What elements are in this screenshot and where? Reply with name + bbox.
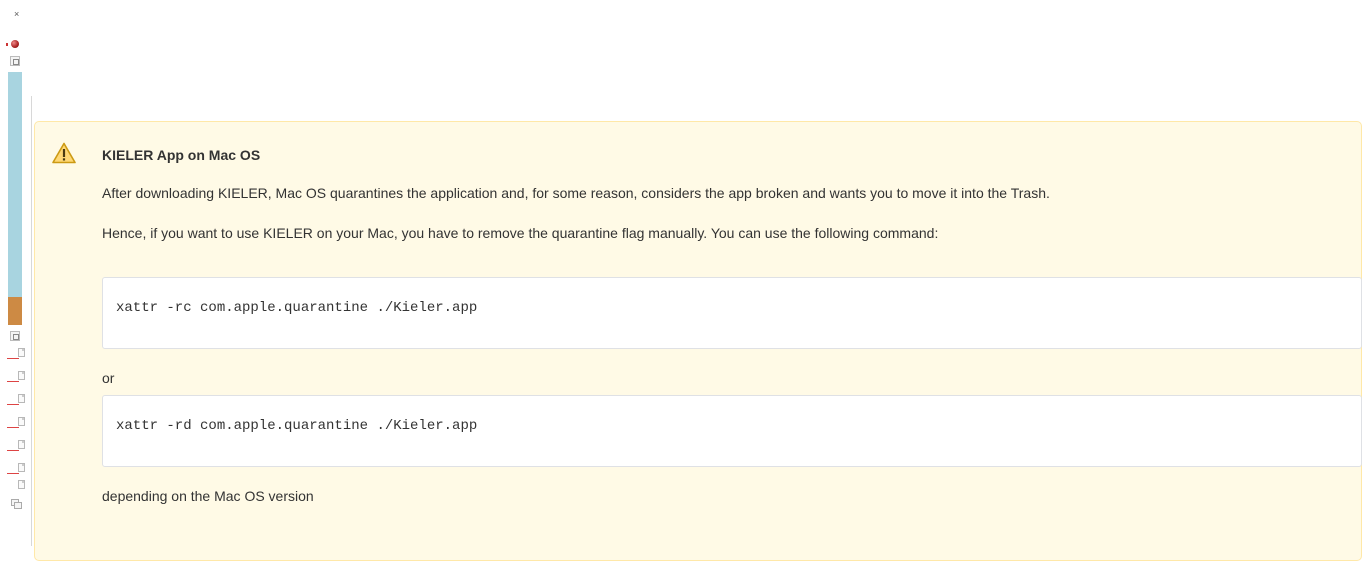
marker-line — [7, 404, 19, 405]
warning-macro-panel: KIELER App on Mac OS After downloading K… — [34, 121, 1362, 561]
pages-stack-icon[interactable] — [11, 499, 22, 509]
marker-line — [7, 427, 19, 428]
page-icon[interactable] — [18, 463, 25, 472]
page-icon[interactable] — [18, 417, 25, 426]
scroll-track-orange[interactable] — [8, 297, 22, 325]
page-icon[interactable] — [18, 440, 25, 449]
marker-line — [7, 450, 19, 451]
warning-paragraph-1: After downloading KIELER, Mac OS quarant… — [102, 185, 1050, 201]
scroll-track-blue[interactable] — [8, 72, 22, 297]
maximize-icon[interactable] — [10, 56, 20, 66]
panel-title: KIELER App on Mac OS — [102, 147, 261, 163]
or-label: or — [102, 370, 115, 386]
command-1-text[interactable]: xattr -rc com.apple.quarantine ./Kieler.… — [116, 300, 477, 316]
marker-line — [7, 358, 19, 359]
divider-line — [31, 96, 32, 546]
page-icon[interactable] — [18, 371, 25, 380]
marker-line — [7, 381, 19, 382]
marker-tick — [6, 43, 8, 46]
command-2-text[interactable]: xattr -rd com.apple.quarantine ./Kieler.… — [116, 418, 477, 434]
version-note: depending on the Mac OS version — [102, 488, 314, 504]
record-icon[interactable] — [11, 40, 19, 48]
warning-paragraph-2: Hence, if you want to use KIELER on your… — [102, 225, 939, 241]
code-block-2[interactable]: xattr -rd com.apple.quarantine ./Kieler.… — [102, 395, 1362, 467]
page-icon[interactable] — [18, 394, 25, 403]
page-icon[interactable] — [18, 480, 25, 489]
close-icon[interactable]: × — [14, 9, 19, 19]
warning-triangle-icon — [52, 142, 76, 164]
code-block-1[interactable]: xattr -rc com.apple.quarantine ./Kieler.… — [102, 277, 1362, 349]
restore-icon[interactable] — [10, 331, 20, 341]
page-icon[interactable] — [18, 348, 25, 357]
left-toolbar-strip: × — [0, 0, 34, 546]
marker-line — [7, 473, 19, 474]
